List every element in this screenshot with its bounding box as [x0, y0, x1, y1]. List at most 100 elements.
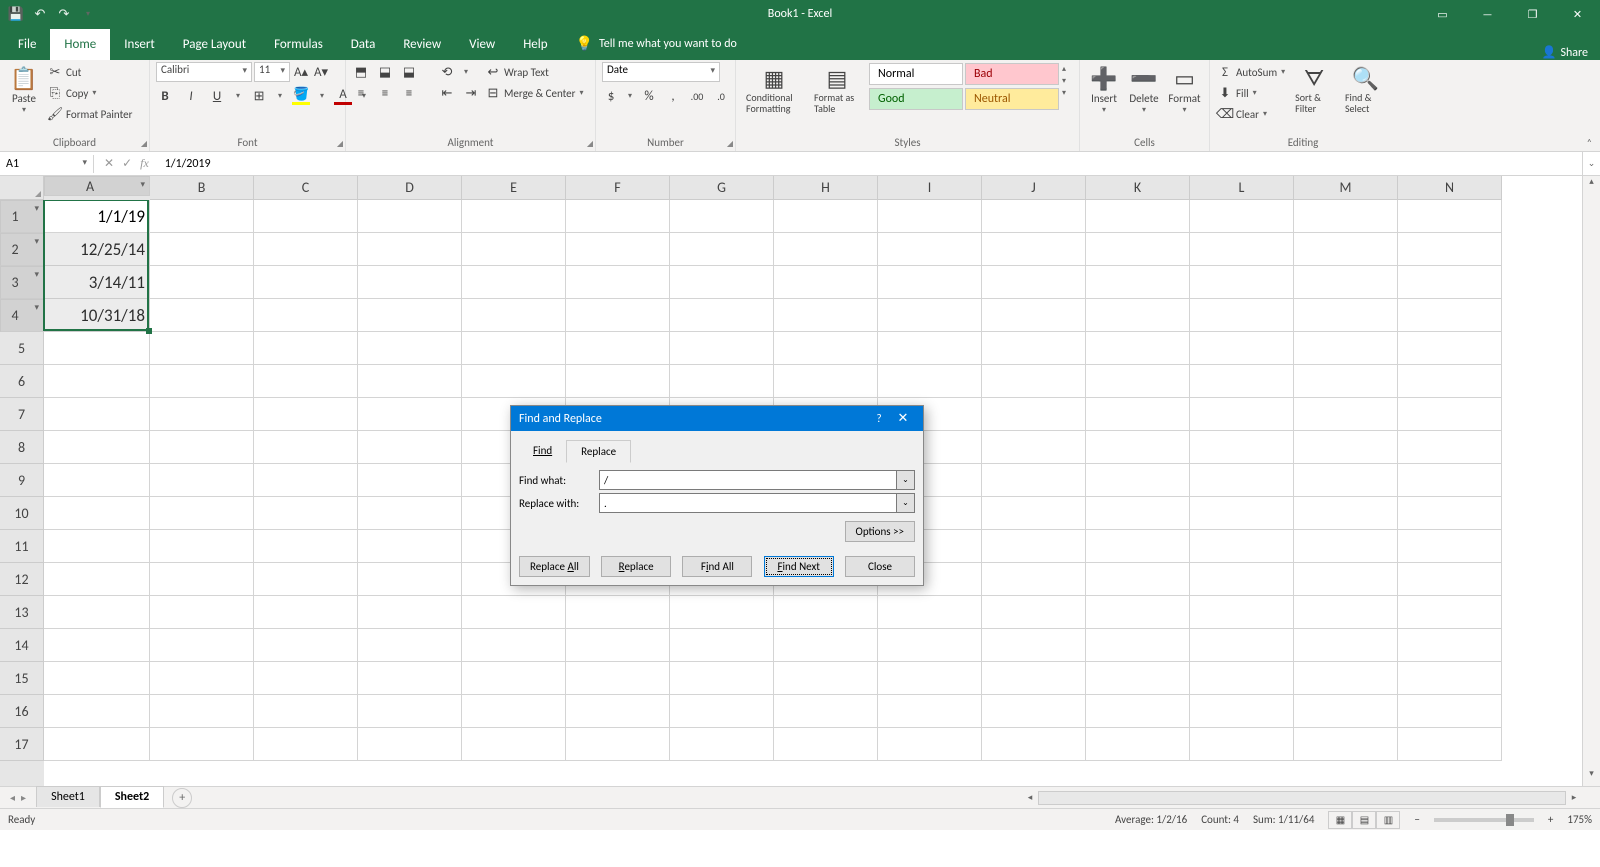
- increase-font-icon[interactable]: A▴: [292, 63, 310, 81]
- row-header-8[interactable]: 8: [0, 431, 44, 464]
- expand-formula-bar-icon[interactable]: ⌄: [1582, 152, 1600, 175]
- scroll-left-icon[interactable]: ◂: [1022, 792, 1038, 803]
- column-header-N[interactable]: N: [1398, 176, 1502, 200]
- cell-A15[interactable]: [44, 662, 150, 695]
- scroll-down-icon[interactable]: ▾: [1583, 768, 1600, 786]
- cell-K10[interactable]: [1086, 497, 1190, 530]
- cell-L2[interactable]: [1190, 233, 1294, 266]
- cell-N3[interactable]: [1398, 266, 1502, 299]
- chevron-down-icon[interactable]: ▾: [462, 67, 470, 77]
- chevron-down-icon[interactable]: ▾: [1062, 76, 1066, 86]
- cell-A2[interactable]: 12/25/14: [44, 233, 150, 266]
- cell-G4[interactable]: [670, 299, 774, 332]
- cell-N6[interactable]: [1398, 365, 1502, 398]
- cell-D13[interactable]: [358, 596, 462, 629]
- cell-D12[interactable]: [358, 563, 462, 596]
- cell-J2[interactable]: [982, 233, 1086, 266]
- format-as-table-button[interactable]: ▤ Format as Table: [810, 62, 864, 116]
- cell-D3[interactable]: [358, 266, 462, 299]
- cell-L15[interactable]: [1190, 662, 1294, 695]
- cell-K15[interactable]: [1086, 662, 1190, 695]
- cell-K12[interactable]: [1086, 563, 1190, 596]
- cell-F17[interactable]: [566, 728, 670, 761]
- dialog-launcher-icon[interactable]: ◢: [141, 139, 147, 149]
- cell-K11[interactable]: [1086, 530, 1190, 563]
- cell-K1[interactable]: [1086, 200, 1190, 233]
- align-left-icon[interactable]: ≡: [352, 84, 370, 102]
- cell-L5[interactable]: [1190, 332, 1294, 365]
- tab-formulas[interactable]: Formulas: [260, 29, 337, 60]
- cell-D8[interactable]: [358, 431, 462, 464]
- row-header-7[interactable]: 7: [0, 398, 44, 431]
- cell-J6[interactable]: [982, 365, 1086, 398]
- cell-D9[interactable]: [358, 464, 462, 497]
- cell-L11[interactable]: [1190, 530, 1294, 563]
- bold-button[interactable]: B: [156, 87, 174, 105]
- cell-N17[interactable]: [1398, 728, 1502, 761]
- cell-H14[interactable]: [774, 629, 878, 662]
- cell-N8[interactable]: [1398, 431, 1502, 464]
- dialog-title-bar[interactable]: Find and Replace ? ✕: [511, 406, 923, 431]
- sheet-tab-sheet2[interactable]: Sheet2: [100, 786, 164, 808]
- cell-E1[interactable]: [462, 200, 566, 233]
- cell-N10[interactable]: [1398, 497, 1502, 530]
- cell-F15[interactable]: [566, 662, 670, 695]
- cell-L7[interactable]: [1190, 398, 1294, 431]
- scroll-track[interactable]: [1038, 791, 1566, 805]
- cell-L14[interactable]: [1190, 629, 1294, 662]
- cell-L9[interactable]: [1190, 464, 1294, 497]
- tab-data[interactable]: Data: [337, 29, 390, 60]
- zoom-in-icon[interactable]: +: [1548, 813, 1553, 826]
- tab-page-layout[interactable]: Page Layout: [169, 29, 260, 60]
- cell-G2[interactable]: [670, 233, 774, 266]
- cell-D5[interactable]: [358, 332, 462, 365]
- cell-G16[interactable]: [670, 695, 774, 728]
- cell-E16[interactable]: [462, 695, 566, 728]
- decrease-decimal-icon[interactable]: .0: [712, 87, 730, 105]
- cell-M14[interactable]: [1294, 629, 1398, 662]
- cell-H15[interactable]: [774, 662, 878, 695]
- cell-A11[interactable]: [44, 530, 150, 563]
- cell-A5[interactable]: [44, 332, 150, 365]
- borders-button[interactable]: ⊞: [250, 87, 268, 105]
- row-header-2[interactable]: 2: [0, 233, 44, 266]
- column-header-B[interactable]: B: [150, 176, 254, 200]
- cell-C15[interactable]: [254, 662, 358, 695]
- cell-E6[interactable]: [462, 365, 566, 398]
- cell-C3[interactable]: [254, 266, 358, 299]
- find-next-button[interactable]: Find Next: [764, 556, 834, 577]
- cell-C8[interactable]: [254, 431, 358, 464]
- cell-C7[interactable]: [254, 398, 358, 431]
- column-header-D[interactable]: D: [358, 176, 462, 200]
- cell-G3[interactable]: [670, 266, 774, 299]
- cell-C12[interactable]: [254, 563, 358, 596]
- styles-more-icon[interactable]: ▾: [1062, 88, 1066, 98]
- cell-B3[interactable]: [150, 266, 254, 299]
- format-cells-button[interactable]: ▭Format▾: [1166, 62, 1203, 117]
- cell-M1[interactable]: [1294, 200, 1398, 233]
- close-icon[interactable]: ✕: [1555, 0, 1600, 28]
- cell-L17[interactable]: [1190, 728, 1294, 761]
- cell-C4[interactable]: [254, 299, 358, 332]
- cell-C16[interactable]: [254, 695, 358, 728]
- dialog-launcher-icon[interactable]: ◢: [727, 139, 733, 149]
- cell-G6[interactable]: [670, 365, 774, 398]
- cell-L1[interactable]: [1190, 200, 1294, 233]
- column-header-I[interactable]: I: [878, 176, 982, 200]
- qat-customize-icon[interactable]: ▾: [80, 6, 96, 22]
- page-break-view-icon[interactable]: ▥: [1376, 811, 1400, 829]
- insert-function-icon[interactable]: fx: [140, 156, 149, 171]
- cell-A13[interactable]: [44, 596, 150, 629]
- cell-J15[interactable]: [982, 662, 1086, 695]
- cell-C10[interactable]: [254, 497, 358, 530]
- cell-M15[interactable]: [1294, 662, 1398, 695]
- tab-home[interactable]: Home: [50, 29, 110, 60]
- cell-J14[interactable]: [982, 629, 1086, 662]
- cell-A12[interactable]: [44, 563, 150, 596]
- merge-center-button[interactable]: ⊟Merge & Center▾: [484, 83, 586, 103]
- cell-H5[interactable]: [774, 332, 878, 365]
- cell-M4[interactable]: [1294, 299, 1398, 332]
- row-header-5[interactable]: 5: [0, 332, 44, 365]
- cell-N16[interactable]: [1398, 695, 1502, 728]
- cell-A17[interactable]: [44, 728, 150, 761]
